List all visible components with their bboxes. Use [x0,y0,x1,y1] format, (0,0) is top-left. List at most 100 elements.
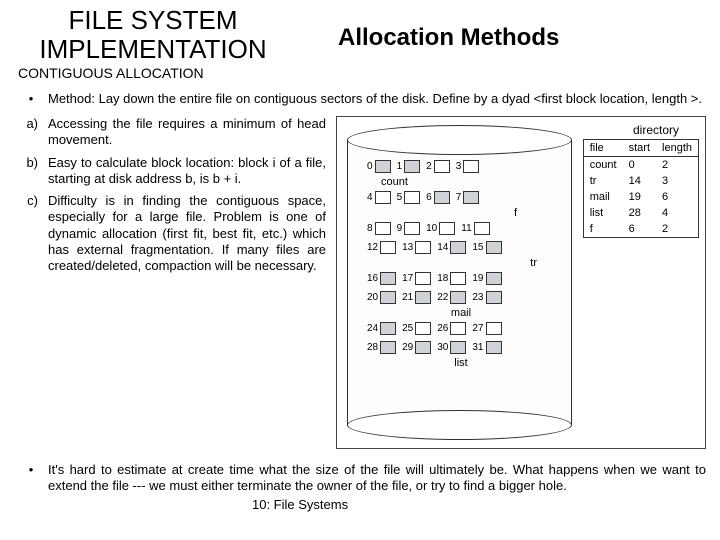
slide-footer: 10: File Systems [252,497,348,512]
block-square [486,291,502,304]
block-square [380,341,396,354]
block-square [450,241,466,254]
item-text: Accessing the file requires a minimum of… [48,116,326,149]
dir-row: mail196 [583,189,698,205]
block-square [415,272,431,285]
block: 30 [437,341,466,354]
block: 25 [402,322,431,335]
block: 10 [426,222,455,235]
file-label-f: f [367,207,555,219]
dir-header-row: file start length [583,140,698,157]
block-square [375,160,391,173]
block: 11 [461,222,489,235]
block: 27 [472,322,501,335]
bullet-method: • Method: Lay down the entire file on co… [14,91,706,106]
block-square [486,241,502,254]
bullet-mark: • [14,462,48,495]
col-length: length [656,140,698,157]
block: 24 [367,322,396,335]
file-label-tr: tr [367,257,555,269]
block-square [474,222,490,235]
block: 15 [472,241,501,254]
figure-column: directory file start length count02 tr14… [336,116,706,456]
bullet-text: It's hard to estimate at create time wha… [48,462,706,495]
block: 13 [402,241,431,254]
dir-row: count02 [583,157,698,174]
block-row: 20 21 22 23 [367,291,555,304]
item-a: a) Accessing the file requires a minimum… [14,116,326,149]
block-row: 0 1 2 3 [367,160,555,173]
block: 23 [472,291,501,304]
item-c: c) Difficulty is in finding the contiguo… [14,193,326,274]
col-start: start [623,140,656,157]
block: 2 [426,160,450,173]
block-square [463,160,479,173]
bullet-extend: • It's hard to estimate at create time w… [14,462,706,495]
block: 17 [402,272,431,285]
block: 22 [437,291,466,304]
bullet-text: Method: Lay down the entire file on cont… [48,91,706,106]
cyl-bottom [347,410,572,440]
block-square [404,191,420,204]
mid-row: a) Accessing the file requires a minimum… [14,116,706,456]
block: 29 [402,341,431,354]
slide-content: • Method: Lay down the entire file on co… [0,91,720,495]
block-square [415,341,431,354]
block-square [450,291,466,304]
block-square [380,291,396,304]
title-left: FILE SYSTEM IMPLEMENTATION [18,6,288,63]
dir-row: list284 [583,205,698,221]
block-square [415,322,431,335]
block-square [404,160,420,173]
bullet-mark: • [14,91,48,106]
block-square [486,322,502,335]
block: 1 [397,160,421,173]
directory-label: directory [633,123,679,137]
block: 8 [367,222,391,235]
file-label-count: count [367,176,555,188]
block-square [380,272,396,285]
block: 26 [437,322,466,335]
block: 31 [472,341,501,354]
block-square [450,341,466,354]
block-row: 16 17 18 19 [367,272,555,285]
block-row: 24 25 26 27 [367,322,555,335]
allocation-figure: directory file start length count02 tr14… [336,116,706,449]
block-grid: 0 1 2 3 count 4 5 6 7 f [367,160,555,372]
block-square [439,222,455,235]
directory-table: file start length count02 tr143 mail196 … [583,139,699,238]
block: 9 [397,222,421,235]
items-column: a) Accessing the file requires a minimum… [14,116,326,456]
block: 19 [472,272,501,285]
block: 4 [367,191,391,204]
title-right: Allocation Methods [338,24,559,52]
block: 16 [367,272,396,285]
block-row: 28 29 30 31 [367,341,555,354]
block-row: 8 9 10 11 [367,222,555,235]
block: 5 [397,191,421,204]
section-subhead: CONTIGUOUS ALLOCATION [0,63,720,91]
block-square [450,272,466,285]
block-square [415,241,431,254]
block-square [375,191,391,204]
block: 3 [456,160,480,173]
block-row: 12 13 14 15 [367,241,555,254]
block: 28 [367,341,396,354]
item-b: b) Easy to calculate block location: blo… [14,155,326,188]
item-label: a) [14,116,48,149]
block: 6 [426,191,450,204]
block-square [380,241,396,254]
item-text: Easy to calculate block location: block … [48,155,326,188]
block-row: 4 5 6 7 [367,191,555,204]
block-square [415,291,431,304]
block-square [380,322,396,335]
block-square [434,160,450,173]
block: 0 [367,160,391,173]
file-label-mail: mail [367,307,555,319]
block-square [486,341,502,354]
block: 20 [367,291,396,304]
block-square [450,322,466,335]
disk-cylinder: 0 1 2 3 count 4 5 6 7 f [347,125,572,440]
block-square [463,191,479,204]
block: 21 [402,291,431,304]
